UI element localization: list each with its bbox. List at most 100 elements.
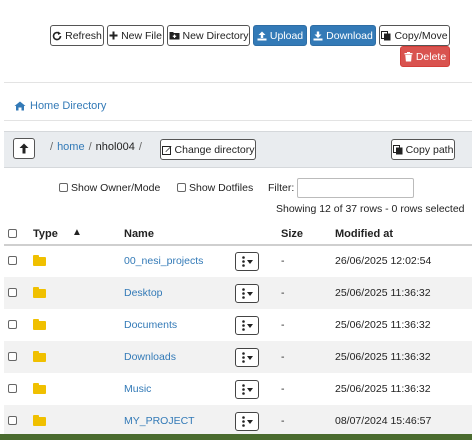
show-dotfiles-checkbox[interactable] bbox=[177, 183, 186, 192]
copy-icon bbox=[381, 30, 391, 40]
new-file-label: New File bbox=[121, 29, 162, 42]
upload-button[interactable]: Upload bbox=[253, 25, 307, 46]
download-label: Download bbox=[326, 29, 373, 42]
column-header-type[interactable]: Type bbox=[33, 228, 58, 240]
caret-down-icon bbox=[246, 323, 253, 328]
folder-icon bbox=[33, 319, 46, 330]
row-checkbox[interactable] bbox=[8, 288, 17, 297]
upload-label: Upload bbox=[269, 29, 304, 42]
row-actions-dropdown[interactable] bbox=[235, 412, 259, 431]
ellipsis-vertical-icon bbox=[241, 256, 245, 267]
row-checkbox[interactable] bbox=[8, 416, 17, 425]
show-dotfiles-label: Show Dotfiles bbox=[189, 182, 254, 194]
file-name-link[interactable]: Documents bbox=[124, 319, 177, 331]
file-size: - bbox=[281, 287, 285, 299]
file-modified: 25/06/2025 11:36:32 bbox=[335, 287, 431, 299]
folder-icon bbox=[33, 415, 46, 426]
ellipsis-vertical-icon bbox=[241, 352, 245, 363]
caret-down-icon bbox=[246, 259, 253, 264]
home-icon bbox=[14, 101, 26, 111]
file-modified: 08/07/2024 15:46:57 bbox=[335, 415, 432, 427]
breadcrumb-path: / home / nhol004 / bbox=[50, 141, 142, 153]
file-modified: 25/06/2025 11:36:32 bbox=[335, 351, 431, 363]
up-directory-button[interactable] bbox=[13, 138, 35, 159]
row-checkbox[interactable] bbox=[8, 256, 17, 265]
change-directory-button[interactable]: Change directory bbox=[160, 139, 256, 160]
column-header-modified[interactable]: Modified at bbox=[335, 228, 393, 240]
caret-down-icon bbox=[246, 355, 253, 360]
breadcrumb-separator: / bbox=[138, 141, 142, 153]
new-directory-button[interactable]: New Directory bbox=[167, 25, 250, 46]
row-actions-dropdown[interactable] bbox=[235, 252, 259, 271]
file-name-link[interactable]: MY_PROJECT bbox=[124, 415, 195, 427]
column-header-size[interactable]: Size bbox=[281, 228, 303, 240]
file-modified: 25/06/2025 11:36:32 bbox=[335, 383, 431, 395]
folder-plus-icon bbox=[169, 32, 180, 40]
refresh-button[interactable]: Refresh bbox=[50, 25, 104, 46]
home-directory-link[interactable]: Home Directory bbox=[14, 100, 106, 112]
caret-down-icon bbox=[246, 419, 253, 424]
copy-icon bbox=[392, 144, 403, 154]
divider bbox=[4, 82, 472, 83]
file-size: - bbox=[281, 319, 285, 331]
file-modified: 26/06/2025 12:02:54 bbox=[335, 255, 432, 267]
file-name-link[interactable]: 00_nesi_projects bbox=[124, 255, 203, 267]
row-checkbox[interactable] bbox=[8, 352, 17, 361]
breadcrumb-separator: / bbox=[88, 141, 92, 153]
file-name-link[interactable]: Music bbox=[124, 383, 151, 395]
status-text: Showing 12 of 37 rows - 0 rows selected bbox=[276, 203, 465, 215]
file-name-link[interactable]: Desktop bbox=[124, 287, 163, 299]
row-actions-dropdown[interactable] bbox=[235, 348, 259, 367]
file-size: - bbox=[281, 383, 285, 395]
folder-icon bbox=[33, 383, 46, 394]
ellipsis-vertical-icon bbox=[241, 320, 245, 331]
filter-label: Filter: bbox=[268, 182, 295, 194]
ellipsis-vertical-icon bbox=[241, 384, 245, 395]
plus-icon bbox=[109, 31, 118, 40]
row-actions-dropdown[interactable] bbox=[235, 380, 259, 399]
filter-input[interactable] bbox=[297, 178, 414, 198]
column-header-name[interactable]: Name bbox=[124, 228, 154, 240]
upload-icon bbox=[257, 31, 267, 40]
breadcrumb-user: nhol004 bbox=[95, 141, 135, 153]
show-owner-mode-checkbox[interactable] bbox=[59, 183, 68, 192]
ellipsis-vertical-icon bbox=[241, 416, 245, 427]
file-name-link[interactable]: Downloads bbox=[124, 351, 176, 363]
caret-down-icon bbox=[246, 291, 253, 296]
copy-path-label: Copy path bbox=[405, 143, 454, 156]
file-modified: 25/06/2025 11:36:32 bbox=[335, 319, 431, 331]
row-checkbox[interactable] bbox=[8, 384, 17, 393]
show-owner-mode-label: Show Owner/Mode bbox=[71, 182, 161, 194]
breadcrumb-separator: / bbox=[50, 141, 54, 153]
file-size: - bbox=[281, 415, 285, 427]
refresh-icon bbox=[52, 31, 62, 40]
trash-icon bbox=[404, 51, 413, 61]
edit-icon bbox=[161, 145, 172, 155]
row-actions-dropdown[interactable] bbox=[235, 284, 259, 303]
row-checkbox[interactable] bbox=[8, 320, 17, 329]
divider bbox=[4, 120, 472, 121]
new-directory-label: New Directory bbox=[182, 29, 249, 42]
folder-icon bbox=[33, 255, 46, 266]
breadcrumb-home[interactable]: home bbox=[57, 141, 85, 153]
download-icon bbox=[313, 31, 323, 40]
download-button[interactable]: Download bbox=[310, 25, 376, 46]
copy-move-button[interactable]: Copy/Move bbox=[379, 25, 450, 46]
copy-move-label: Copy/Move bbox=[394, 29, 448, 42]
row-actions-dropdown[interactable] bbox=[235, 316, 259, 335]
new-file-button[interactable]: New File bbox=[107, 25, 164, 46]
copy-path-button[interactable]: Copy path bbox=[391, 139, 455, 160]
delete-label: Delete bbox=[415, 50, 447, 63]
ellipsis-vertical-icon bbox=[241, 288, 245, 299]
delete-button[interactable]: Delete bbox=[400, 46, 450, 67]
background-strip bbox=[0, 434, 472, 440]
folder-icon bbox=[33, 351, 46, 362]
caret-down-icon bbox=[246, 387, 253, 392]
select-all-checkbox[interactable] bbox=[8, 229, 17, 238]
home-directory-label: Home Directory bbox=[30, 100, 107, 112]
file-size: - bbox=[281, 351, 285, 363]
file-size: - bbox=[281, 255, 285, 267]
change-directory-label: Change directory bbox=[174, 143, 255, 156]
arrow-up-icon bbox=[19, 143, 29, 154]
sort-ascending-icon[interactable]: ▲ bbox=[72, 227, 82, 238]
